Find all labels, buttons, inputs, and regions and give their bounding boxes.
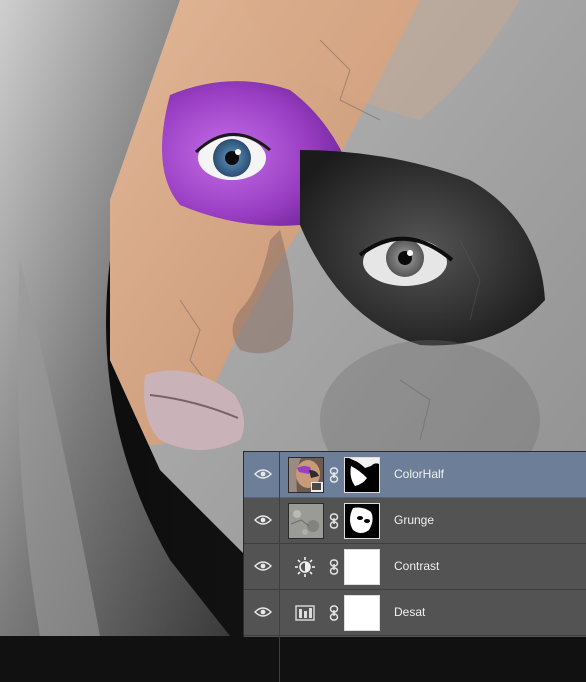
channel-mixer-adjustment-icon[interactable] [292, 600, 318, 626]
layer-name[interactable]: Desat [394, 605, 425, 619]
visibility-eye-icon[interactable] [252, 602, 274, 622]
smart-object-thumbnail[interactable] [288, 457, 324, 493]
brightness-adjustment-icon[interactable] [292, 554, 318, 580]
visibility-eye-icon[interactable] [252, 556, 274, 576]
divider [279, 636, 280, 682]
link-icon[interactable] [328, 512, 340, 530]
texture-thumbnail[interactable] [288, 503, 324, 539]
link-icon[interactable] [328, 604, 340, 622]
visibility-eye-icon[interactable] [252, 464, 274, 484]
layer-row-contrast[interactable]: Contrast [244, 544, 586, 590]
visibility-eye-icon[interactable] [252, 510, 274, 530]
divider [279, 452, 280, 498]
layer-mask-thumbnail[interactable] [344, 503, 380, 539]
layer-name[interactable]: ColorHalf [394, 467, 444, 481]
layer-mask-thumbnail[interactable] [344, 549, 380, 585]
layer-row-grunge[interactable]: Grunge [244, 498, 586, 544]
layer-row-colorhalf[interactable]: ColorHalf [244, 452, 586, 498]
layer-row-desat[interactable]: Desat [244, 590, 586, 636]
divider [279, 498, 280, 544]
layers-panel: ColorHalf Grunge Contrast Desat [243, 451, 586, 682]
layer-row-partial[interactable] [244, 636, 586, 682]
divider [279, 544, 280, 590]
layer-name[interactable]: Grunge [394, 513, 434, 527]
layer-name[interactable]: Contrast [394, 559, 439, 573]
layer-mask-thumbnail[interactable] [344, 595, 380, 631]
layer-mask-thumbnail[interactable] [344, 457, 380, 493]
link-icon[interactable] [328, 466, 340, 484]
divider [279, 590, 280, 636]
link-icon[interactable] [328, 558, 340, 576]
